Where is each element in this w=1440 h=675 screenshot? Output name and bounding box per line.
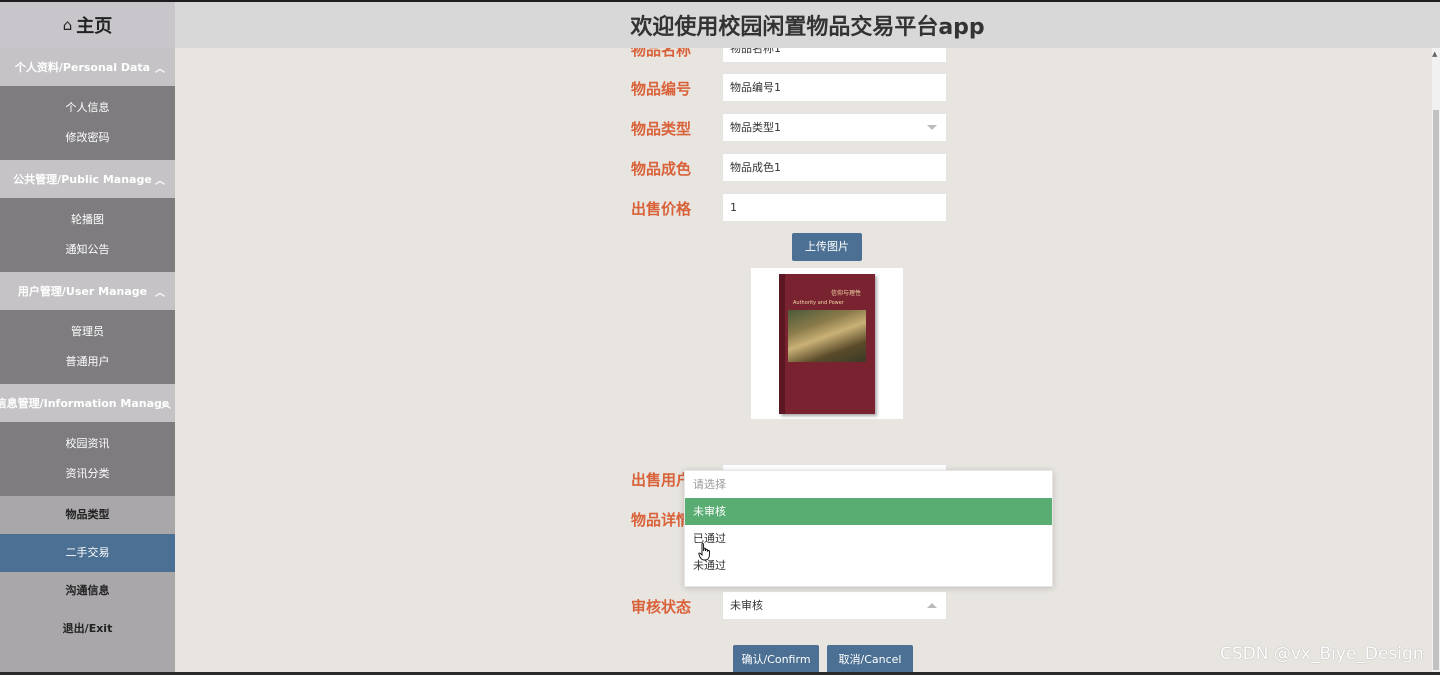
- chevron-down-icon: [927, 125, 937, 130]
- chevron-up-icon: [927, 603, 937, 608]
- cancel-button[interactable]: 取消/Cancel: [827, 645, 913, 672]
- sidebar-item-exit[interactable]: 退出/Exit: [0, 610, 175, 648]
- sidebar-item-admin[interactable]: 管理员: [0, 317, 175, 347]
- price-input[interactable]: 1: [722, 193, 947, 222]
- dropdown-option-rejected[interactable]: 未通过: [685, 552, 1052, 579]
- page-scrollbar[interactable]: ▲: [1432, 48, 1440, 672]
- status-select[interactable]: 未审核: [722, 591, 947, 620]
- dropdown-option-approved[interactable]: 已通过: [685, 525, 1052, 552]
- item-condition-label: 物品成色: [631, 160, 692, 178]
- dropdown-option-pending[interactable]: 未审核: [685, 498, 1052, 525]
- sidebar-group-info-items: 校园资讯 资讯分类: [0, 422, 175, 496]
- window-top-border: [0, 0, 1440, 2]
- book-title: 信仰与理性: [831, 290, 862, 297]
- scroll-up-arrow-icon[interactable]: ▲: [1432, 50, 1437, 58]
- chevron-up-icon: ︿: [155, 288, 165, 299]
- page-title: 欢迎使用校园闲置物品交易平台app: [630, 15, 985, 40]
- sidebar-group-label: 公共管理/Public Manage: [13, 173, 152, 186]
- price-label: 出售价格: [631, 200, 692, 218]
- sidebar-group-users-items: 管理员 普通用户: [0, 310, 175, 384]
- item-image-preview: 信仰与理性 Authority and Power: [751, 268, 903, 419]
- book-cover-image: 信仰与理性 Authority and Power: [779, 274, 875, 414]
- sidebar-item-profile[interactable]: 个人信息: [0, 93, 175, 123]
- sidebar-group-users[interactable]: 用户管理/User Manage ︿: [0, 272, 175, 310]
- item-name-input[interactable]: 物品名称1: [722, 48, 947, 63]
- item-detail-label: 物品详情: [631, 511, 692, 529]
- sidebar-group-public[interactable]: 公共管理/Public Manage ︿: [0, 160, 175, 198]
- sidebar-item-campus-news[interactable]: 校园资讯: [0, 429, 175, 459]
- dropdown-placeholder: 请选择: [693, 478, 726, 491]
- book-subtitle: Authority and Power: [793, 300, 844, 306]
- sidebar-group-label: 信息管理/Information Manage: [0, 397, 170, 410]
- sidebar-item-carousel[interactable]: 轮播图: [0, 205, 175, 235]
- status-label: 审核状态: [631, 598, 692, 616]
- status-value: 未审核: [730, 599, 763, 612]
- sidebar-item-second-hand[interactable]: 二手交易: [0, 534, 175, 572]
- sidebar-group-info[interactable]: 信息管理/Information Manage ︿: [0, 384, 175, 422]
- scrollbar-thumb[interactable]: [1433, 110, 1439, 670]
- chevron-up-icon: ︿: [155, 64, 165, 75]
- sidebar-item-change-password[interactable]: 修改密码: [0, 123, 175, 153]
- item-type-select[interactable]: 物品类型1: [722, 113, 947, 142]
- sidebar: ⌂ 主页 个人资料/Personal Data ︿ 个人信息 修改密码 公共管理…: [0, 2, 175, 672]
- upload-image-button[interactable]: 上传图片: [792, 233, 862, 261]
- edit-form: 物品名称 物品名称1 物品编号 物品编号1 物品类型 物品类型1 物品成色 物品…: [175, 48, 1440, 672]
- item-code-label: 物品编号: [631, 80, 692, 98]
- book-painting: [788, 310, 866, 362]
- item-condition-input[interactable]: 物品成色1: [722, 153, 947, 182]
- chevron-up-icon: ︿: [161, 400, 171, 411]
- sidebar-group-personal-items: 个人信息 修改密码: [0, 86, 175, 160]
- home-icon: ⌂: [62, 16, 73, 34]
- item-name-label: 物品名称: [631, 48, 692, 59]
- sidebar-item-notice[interactable]: 通知公告: [0, 235, 175, 265]
- sidebar-home-label: 主页: [76, 16, 113, 37]
- seller-label: 出售用户: [631, 471, 692, 489]
- hand-cursor-icon: [698, 543, 710, 561]
- confirm-button[interactable]: 确认/Confirm: [733, 645, 819, 672]
- sidebar-group-label: 用户管理/User Manage: [17, 285, 148, 298]
- chevron-up-icon: ︿: [155, 176, 165, 187]
- sidebar-item-item-type[interactable]: 物品类型: [0, 496, 175, 534]
- page-header: 欢迎使用校园闲置物品交易平台app: [175, 2, 1440, 48]
- sidebar-group-public-items: 轮播图 通知公告: [0, 198, 175, 272]
- sidebar-item-messages[interactable]: 沟通信息: [0, 572, 175, 610]
- sidebar-group-label: 个人资料/Personal Data: [14, 61, 151, 74]
- sidebar-group-personal[interactable]: 个人资料/Personal Data ︿: [0, 48, 175, 86]
- item-code-input[interactable]: 物品编号1: [722, 73, 947, 102]
- book-spine: [779, 274, 785, 414]
- watermark: CSDN @vx_Biye_Design: [1220, 644, 1424, 664]
- sidebar-home[interactable]: ⌂ 主页: [0, 2, 175, 48]
- status-dropdown-menu: 请选择 未审核 已通过 未通过: [684, 470, 1053, 587]
- sidebar-item-normal-user[interactable]: 普通用户: [0, 347, 175, 377]
- item-type-label: 物品类型: [631, 120, 692, 138]
- sidebar-item-news-category[interactable]: 资讯分类: [0, 459, 175, 489]
- item-type-value: 物品类型1: [730, 121, 781, 134]
